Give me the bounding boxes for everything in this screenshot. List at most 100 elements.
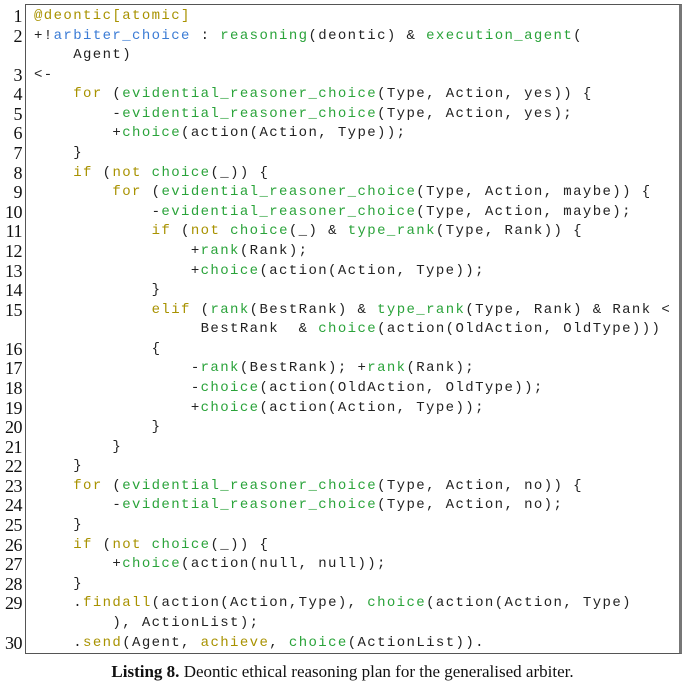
code-token: ), ActionList); bbox=[34, 614, 260, 631]
code-text: for (evidential_reasoner_choice(Type, Ac… bbox=[34, 477, 583, 497]
code-identifier: choice bbox=[122, 556, 182, 573]
code-keyword: if bbox=[73, 164, 93, 181]
code-token: ( bbox=[141, 184, 162, 201]
code-text: Agent) bbox=[34, 46, 132, 66]
code-keyword: for bbox=[112, 184, 142, 201]
code-token: + bbox=[34, 242, 201, 259]
code-identifier: choice bbox=[200, 399, 260, 416]
code-line: 2 +!arbiter_choice : reasoning(deontic) &… bbox=[0, 26, 685, 47]
code-line: 27 +choice(action(null, null)); bbox=[0, 555, 685, 575]
code-line: BestRank & choice(action(OldAction, OldT… bbox=[0, 320, 685, 340]
code-token: - bbox=[34, 360, 201, 377]
code-text: } bbox=[34, 575, 83, 595]
code-identifier: choice bbox=[367, 595, 427, 612]
code-identifier: rank bbox=[200, 360, 240, 377]
code-line: 1 @deontic[atomic] bbox=[0, 6, 685, 27]
code-token: ( bbox=[92, 536, 113, 553]
line-number: 28 bbox=[5, 573, 23, 594]
code-text: } bbox=[34, 457, 83, 477]
code-identifier: evidential_reasoner_choice bbox=[122, 497, 378, 514]
code-line: 17 -rank(BestRank); +rank(Rank); bbox=[0, 359, 685, 379]
code-keyword: findall bbox=[83, 595, 152, 612]
caption-text: Deontic ethical reasoning plan for the g… bbox=[179, 662, 574, 681]
code-line: 30 .send(Agent, achieve, choice(ActionLi… bbox=[0, 633, 685, 654]
code-token: (action(Action, Type)); bbox=[259, 399, 485, 416]
code-token: + bbox=[34, 262, 201, 279]
code-line: 26 if (not choice(_)) { bbox=[0, 534, 685, 556]
code-identifier: evidential_reasoner_choice bbox=[161, 203, 417, 220]
code-text: +choice(action(Action, Type)); bbox=[34, 399, 485, 419]
code-token: BestRank & bbox=[34, 321, 319, 338]
code-keyword: not bbox=[190, 223, 221, 240]
code-token: (Type, Rank) & Rank < bbox=[465, 301, 672, 318]
line-number: 17 bbox=[5, 358, 23, 379]
code-text: { bbox=[34, 340, 161, 360]
code-token: . bbox=[34, 595, 84, 612]
code-text: -evidential_reasoner_choice(Type, Action… bbox=[34, 105, 573, 125]
code-token: (action(OldAction, OldType)); bbox=[259, 379, 544, 396]
code-identifier: type_rank bbox=[347, 223, 436, 240]
code-identifier: evidential_reasoner_choice bbox=[122, 477, 378, 494]
code-token: } bbox=[34, 458, 84, 475]
code-text: } bbox=[34, 418, 161, 438]
code-line: ), ActionList); bbox=[0, 614, 685, 634]
code-identifier: execution_agent bbox=[426, 27, 574, 44]
code-text: @deontic[atomic] bbox=[34, 7, 191, 27]
code-line: 6 +choice(action(Action, Type)); bbox=[0, 124, 685, 144]
code-line: 15 elif (rank(BestRank) & type_rank(Type… bbox=[0, 299, 685, 321]
line-number: 8 bbox=[13, 162, 23, 183]
code-text: +rank(Rank); bbox=[34, 242, 308, 262]
code-text: -evidential_reasoner_choice(Type, Action… bbox=[34, 496, 563, 516]
code-token: ( bbox=[190, 301, 211, 318]
code-token: (_)) { bbox=[210, 164, 270, 181]
code-line: 14 } bbox=[0, 281, 685, 301]
code-token: - bbox=[34, 379, 201, 396]
code-line: 28 } bbox=[0, 573, 685, 595]
line-number: 26 bbox=[5, 534, 23, 555]
line-number: 7 bbox=[13, 143, 23, 164]
code-text: elif (rank(BestRank) & type_rank(Type, R… bbox=[34, 301, 671, 321]
code-identifier: reasoning bbox=[220, 27, 309, 44]
code-text: } bbox=[34, 281, 161, 301]
code-token: (action(Action, Type) bbox=[426, 595, 632, 612]
code-token: Agent) bbox=[34, 47, 133, 64]
code-text: for (evidential_reasoner_choice(Type, Ac… bbox=[34, 183, 652, 203]
code-line: 16 { bbox=[0, 339, 685, 360]
line-number: 21 bbox=[5, 436, 23, 457]
code-line: 19 +choice(action(Action, Type)); bbox=[0, 398, 685, 419]
code-identifier: type_rank bbox=[377, 301, 466, 318]
code-token: } bbox=[34, 419, 162, 436]
code-identifier: choice bbox=[122, 125, 182, 142]
caption-label: Listing 8. bbox=[111, 662, 180, 681]
code-line: 22 } bbox=[0, 457, 685, 477]
code-token: <- bbox=[34, 66, 54, 83]
code-token: (_)) { bbox=[210, 536, 270, 553]
code-token: } bbox=[34, 438, 123, 455]
code-token: + bbox=[34, 399, 201, 416]
code-line: 23 for (evidential_reasoner_choice(Type,… bbox=[0, 476, 685, 497]
code-text: } bbox=[34, 516, 83, 536]
line-number: 29 bbox=[5, 593, 23, 614]
code-line: 21 } bbox=[0, 436, 685, 458]
code-identifier: choice bbox=[288, 634, 348, 651]
code-keyword: if bbox=[73, 536, 93, 553]
code-text: -evidential_reasoner_choice(Type, Action… bbox=[34, 203, 632, 223]
line-number: 1 bbox=[13, 6, 23, 26]
code-token: (Type, Action, maybe)) { bbox=[416, 184, 652, 201]
code-token: (Type, Action, yes); bbox=[377, 105, 574, 122]
code-line: 10 -evidential_reasoner_choice(Type, Act… bbox=[0, 202, 685, 223]
line-number: 15 bbox=[5, 299, 23, 320]
code-keyword: for bbox=[73, 477, 103, 494]
code-token: } bbox=[34, 517, 84, 534]
code-token: ( bbox=[92, 164, 113, 181]
code-token: ( bbox=[102, 477, 123, 494]
code-token: . bbox=[34, 634, 84, 651]
code-line: 25 } bbox=[0, 515, 685, 536]
line-number: 6 bbox=[13, 123, 23, 144]
listing-caption: Listing 8. Deontic ethical reasoning pla… bbox=[0, 662, 685, 682]
code-identifier: rank bbox=[367, 360, 407, 377]
